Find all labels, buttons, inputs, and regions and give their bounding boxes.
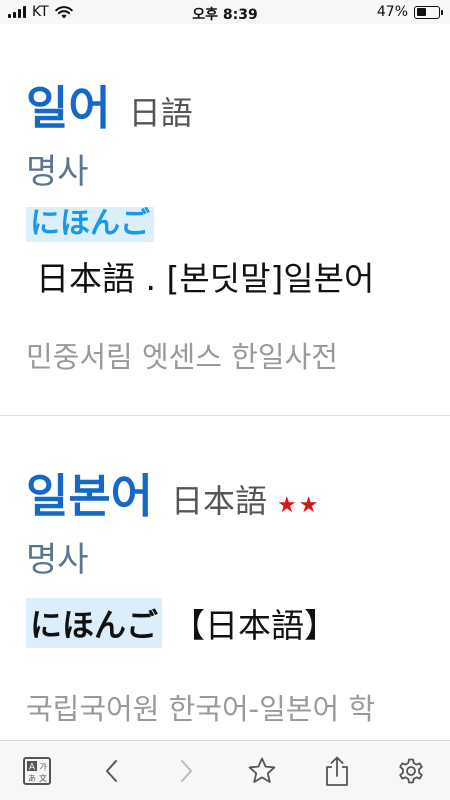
svg-text:あ: あ xyxy=(28,774,36,783)
entry-hanja: 日語 xyxy=(128,94,193,132)
chevron-left-icon xyxy=(106,760,117,782)
share-button[interactable] xyxy=(317,751,357,791)
dictionary-entry[interactable]: 일어 日語 명사 にほんご 日本語 . [본딧말]일본어 민중서림 엣센스 한일… xyxy=(0,24,450,416)
settings-button[interactable] xyxy=(391,751,431,791)
status-bar: KT 오후 8:39 47% xyxy=(0,0,450,24)
back-button[interactable] xyxy=(92,751,132,791)
importance-stars: ★★ xyxy=(276,493,321,518)
chevron-right-icon xyxy=(181,760,192,782)
translate-button[interactable]: A 가 あ 文 xyxy=(17,751,57,791)
svg-text:가: 가 xyxy=(39,763,47,772)
svg-text:A: A xyxy=(29,763,36,773)
entry-source[interactable]: 국립국어원 한국어-일본어 학 xyxy=(26,686,375,728)
entry-definition: 【日本語】 xyxy=(172,606,338,645)
bookmark-button[interactable] xyxy=(242,751,282,791)
entry-source[interactable]: 민중서림 엣센스 한일사전 xyxy=(26,334,338,376)
battery-icon xyxy=(414,5,443,19)
part-of-speech: 명사 xyxy=(26,540,89,580)
gear-icon xyxy=(399,758,423,784)
status-right: 47% xyxy=(376,4,443,20)
entry-title-line: 일어 日語 xyxy=(26,72,193,138)
entry-definition: 日本語 . [본딧말]일본어 xyxy=(36,259,375,298)
share-icon xyxy=(326,756,348,786)
dictionary-entry[interactable]: 일본어 日本語 ★★ 명사 にほんご 【日本語】 국립국어원 한국어-일본어 학 xyxy=(0,416,450,740)
forward-button[interactable] xyxy=(166,751,206,791)
kana-reading: にほんご xyxy=(26,598,163,648)
translate-icon: A 가 あ 文 xyxy=(23,757,51,785)
dictionary-results: 일어 日語 명사 にほんご 日本語 . [본딧말]일본어 민중서림 엣센스 한일… xyxy=(0,24,450,740)
entry-headword[interactable]: 일어 xyxy=(26,72,111,138)
star-icon xyxy=(248,757,276,783)
svg-text:文: 文 xyxy=(39,773,47,783)
entry-definition-line: にほんご 【日本語】 xyxy=(26,598,337,648)
part-of-speech: 명사 xyxy=(26,152,89,192)
kana-reading: にほんご xyxy=(26,206,154,242)
battery-fill xyxy=(416,8,427,16)
entry-headword[interactable]: 일본어 xyxy=(26,460,153,526)
entry-hanja: 日本語 xyxy=(170,482,267,520)
battery-percent: 47% xyxy=(376,4,408,20)
bottom-toolbar: A 가 あ 文 xyxy=(0,740,450,800)
entry-title-line: 일본어 日本語 ★★ xyxy=(26,460,320,526)
